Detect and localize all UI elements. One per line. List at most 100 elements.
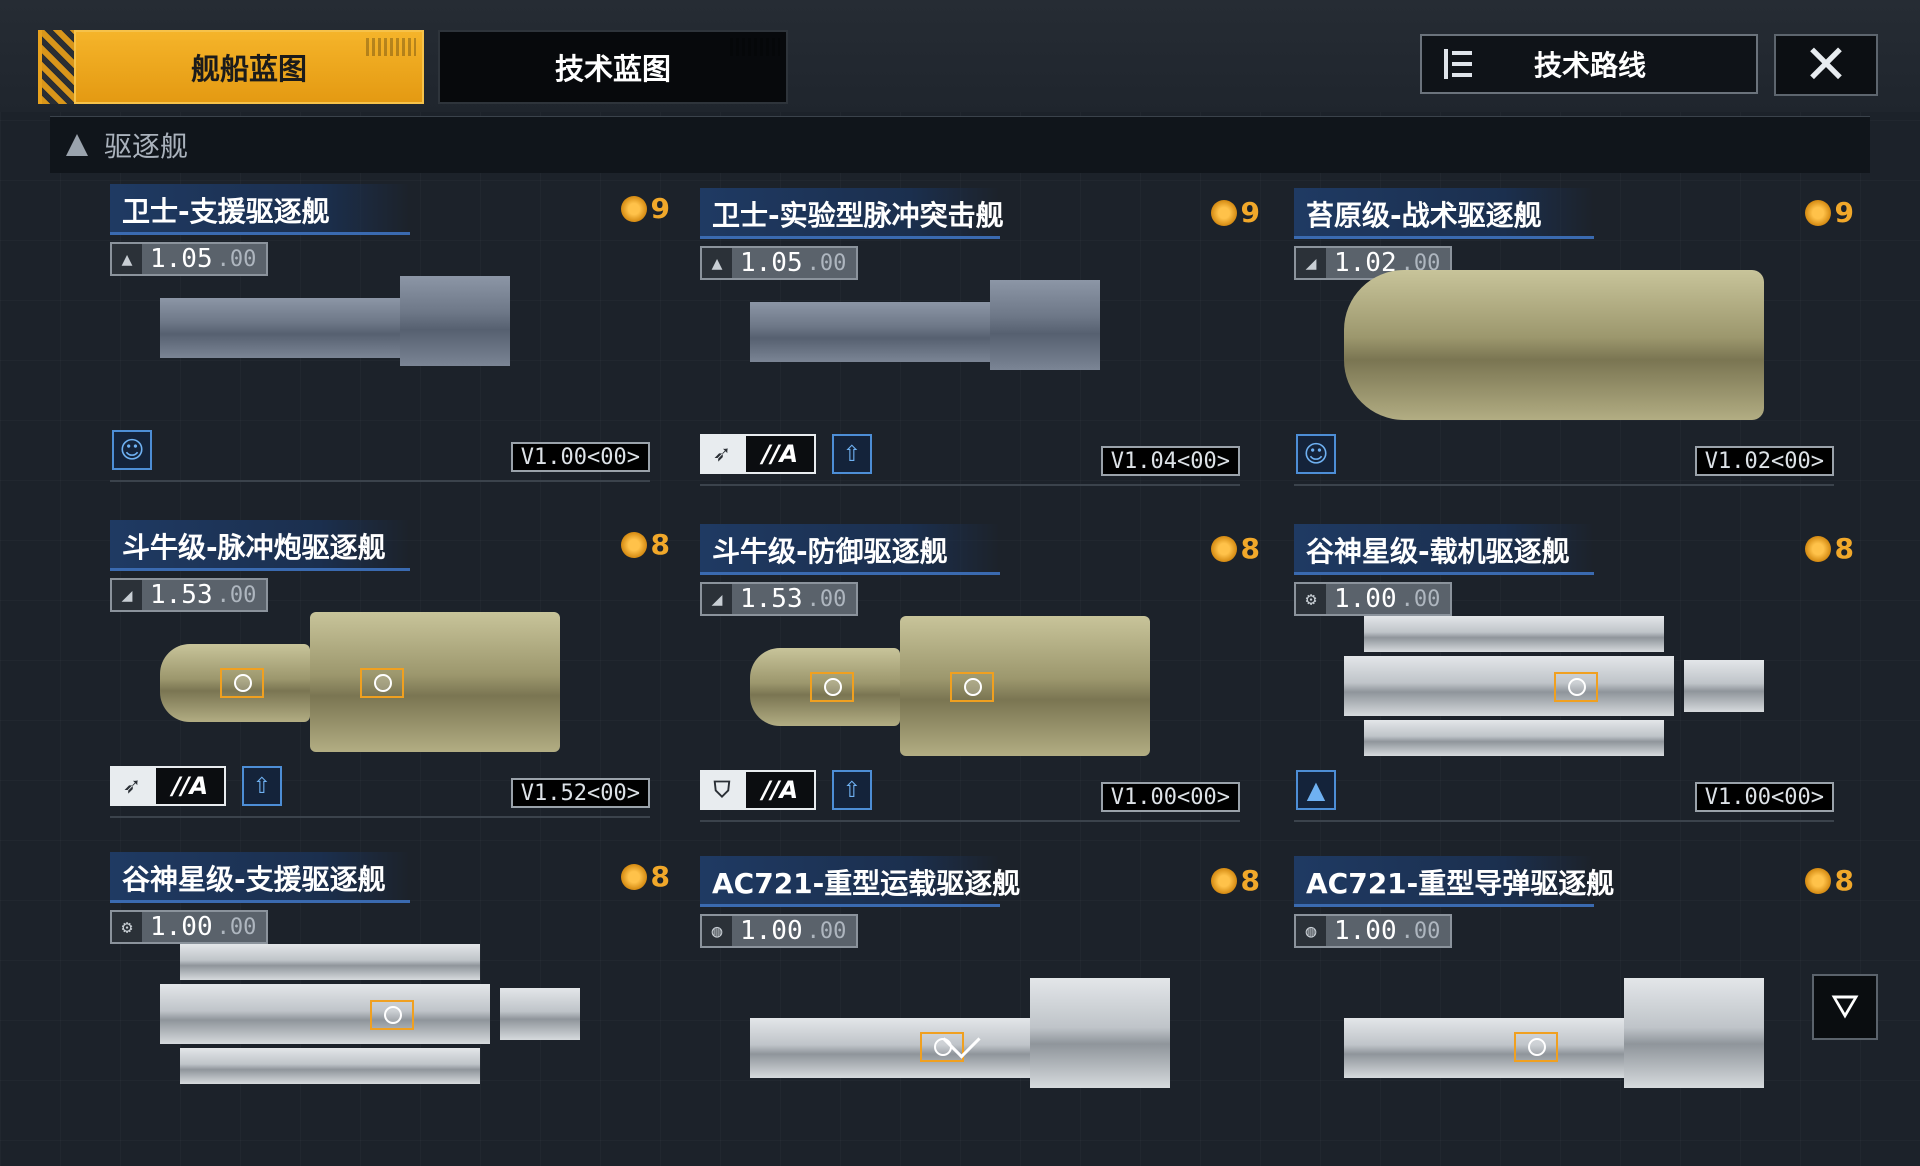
stat-type-icon: ▲ — [702, 248, 732, 278]
ship-name: 苔原级-战术驱逐舰 — [1306, 199, 1542, 232]
ship-model[interactable] — [160, 944, 610, 1084]
support-role-icon[interactable]: ☺ — [112, 430, 152, 470]
ship-card[interactable]: 卫士-实验型脉冲突击舰 9 ▲ 1.05.00 ➶//A ⇧ V1.04<00> — [700, 188, 1260, 498]
card-footer-line — [700, 820, 1240, 822]
cost-value: 9 — [1240, 196, 1260, 229]
stat-decimal: .00 — [806, 586, 847, 612]
ship-hull-top — [1364, 616, 1664, 652]
cost-icon — [620, 531, 647, 558]
ship-name: 卫士-支援驱逐舰 — [122, 195, 330, 228]
upgrade-arrow-icon[interactable]: ⇧ — [832, 770, 872, 810]
hardpoint-marker[interactable] — [1528, 1038, 1546, 1056]
version-label: V1.02<00> — [1694, 446, 1834, 476]
stat-type-icon: ◢ — [112, 580, 142, 610]
hardpoint-marker[interactable] — [374, 674, 392, 692]
ship-hull — [750, 1018, 1050, 1078]
support-role-icon[interactable]: ▲ — [1296, 770, 1336, 810]
tech-route-button[interactable]: 技术路线 — [1420, 34, 1758, 94]
ship-name: 谷神星级-支援驱逐舰 — [122, 863, 386, 896]
version-label: V1.52<00> — [510, 778, 650, 808]
cost-icon — [620, 863, 647, 890]
assault-tag-icon[interactable]: ➶ — [700, 434, 744, 474]
assault-tag-icon[interactable]: ➶ — [110, 766, 154, 806]
ship-card[interactable]: 卫士-支援驱逐舰 9 ▲ 1.05.00 ☺ V1.00<00> — [110, 184, 670, 494]
stat-value: 1.53 — [150, 580, 213, 610]
filter-button[interactable]: ⛛ — [1812, 974, 1878, 1040]
ship-model[interactable] — [1344, 270, 1794, 420]
ship-tags: ➶//A ⇧ — [700, 434, 872, 474]
stat-decimal: .00 — [216, 914, 257, 940]
cost-icon — [1804, 199, 1831, 226]
stat-type-icon: ⚙ — [112, 912, 142, 942]
ship-hull-bottom — [180, 1048, 480, 1084]
tab-tech-blueprint-label: 技术蓝图 — [554, 52, 671, 86]
ship-name: AC721-重型导弹驱逐舰 — [1306, 867, 1615, 900]
ship-stat: ◢ 1.53.00 — [700, 582, 859, 616]
shield-tag-icon[interactable]: ⛉ — [700, 770, 744, 810]
ship-cost: 9 — [620, 192, 670, 225]
close-icon: ✕ — [1803, 33, 1849, 96]
ship-cost: 8 — [1804, 864, 1854, 897]
stat-value: 1.00 — [1334, 584, 1397, 614]
ship-hull-rear — [1030, 978, 1170, 1088]
ship-cost: 8 — [1804, 532, 1854, 565]
stat-value: 1.00 — [150, 912, 213, 942]
hardpoint-marker[interactable] — [234, 674, 252, 692]
hardpoint-marker[interactable] — [1568, 678, 1586, 696]
ship-card[interactable]: 谷神星级-支援驱逐舰 8 ⚙ 1.00.00 — [110, 852, 670, 1162]
stat-decimal: .00 — [806, 250, 847, 276]
category-header[interactable]: 驱逐舰 — [50, 116, 1870, 173]
ship-model[interactable] — [160, 612, 610, 752]
tech-tree-icon — [1444, 49, 1474, 79]
ship-name: 卫士-实验型脉冲突击舰 — [712, 199, 1004, 232]
ship-hull — [750, 302, 1000, 362]
ship-card[interactable]: AC721-重型导弹驱逐舰 8 ◍ 1.00.00 — [1294, 856, 1854, 1166]
cost-value: 9 — [650, 192, 670, 225]
support-role-icon[interactable]: ☺ — [1296, 434, 1336, 474]
ship-name: 斗牛级-脉冲炮驱逐舰 — [122, 531, 386, 564]
hardpoint-marker[interactable] — [384, 1006, 402, 1024]
ship-model[interactable] — [750, 616, 1200, 756]
ship-hull — [1344, 1018, 1644, 1078]
cost-icon — [1804, 535, 1831, 562]
stat-value: 1.05 — [150, 244, 213, 274]
ship-module — [500, 988, 580, 1040]
tab-ship-blueprint[interactable]: 舰船蓝图 — [74, 30, 424, 104]
close-button[interactable]: ✕ — [1774, 34, 1878, 96]
upgrade-arrow-icon[interactable]: ⇧ — [832, 434, 872, 474]
ship-card[interactable]: 斗牛级-脉冲炮驱逐舰 8 ◢ 1.53.00 ➶//A ⇧ V1.52<00> — [110, 520, 670, 830]
ship-hull — [160, 298, 410, 358]
ship-card[interactable]: AC721-重型运载驱逐舰 8 ◍ 1.00.00 — [700, 856, 1260, 1166]
class-tag[interactable]: //A — [154, 766, 226, 806]
ship-model[interactable] — [1344, 948, 1794, 1088]
tab-ship-blueprint-label: 舰船蓝图 — [190, 52, 307, 86]
stat-value: 1.00 — [1334, 916, 1397, 946]
class-tag[interactable]: //A — [744, 770, 816, 810]
ship-cost: 8 — [1210, 532, 1260, 565]
stat-type-icon: ⚙ — [1296, 584, 1326, 614]
cost-value: 8 — [1240, 864, 1260, 897]
upgrade-arrow-icon[interactable]: ⇧ — [242, 766, 282, 806]
cost-icon — [1804, 867, 1831, 894]
stat-decimal: .00 — [216, 582, 257, 608]
ship-model[interactable] — [750, 280, 1200, 400]
class-tag[interactable]: //A — [744, 434, 816, 474]
hardpoint-marker[interactable] — [964, 678, 982, 696]
tab-tech-blueprint[interactable]: 技术蓝图 — [438, 30, 788, 104]
stat-value: 1.53 — [740, 584, 803, 614]
ship-model[interactable] — [750, 948, 1200, 1088]
ship-card[interactable]: 谷神星级-载机驱逐舰 8 ⚙ 1.00.00 ▲ V1.00<00> — [1294, 524, 1854, 834]
stat-type-icon: ▲ — [112, 244, 142, 274]
card-footer-line — [1294, 820, 1834, 822]
ship-stat: ⚙ 1.00.00 — [1294, 582, 1453, 616]
card-footer-line — [110, 816, 650, 818]
ship-model[interactable] — [1344, 616, 1794, 756]
stat-decimal: .00 — [1400, 586, 1441, 612]
ship-card[interactable]: 斗牛级-防御驱逐舰 8 ◢ 1.53.00 ⛉//A ⇧ V1.00<00> — [700, 524, 1260, 834]
hardpoint-marker[interactable] — [824, 678, 842, 696]
collapse-triangle-icon — [66, 134, 88, 156]
ship-hull-top — [180, 944, 480, 980]
stat-value: 1.05 — [740, 248, 803, 278]
ship-card[interactable]: 苔原级-战术驱逐舰 9 ◢ 1.02.00 ☺ V1.02<00> — [1294, 188, 1854, 498]
ship-model[interactable] — [160, 276, 610, 396]
